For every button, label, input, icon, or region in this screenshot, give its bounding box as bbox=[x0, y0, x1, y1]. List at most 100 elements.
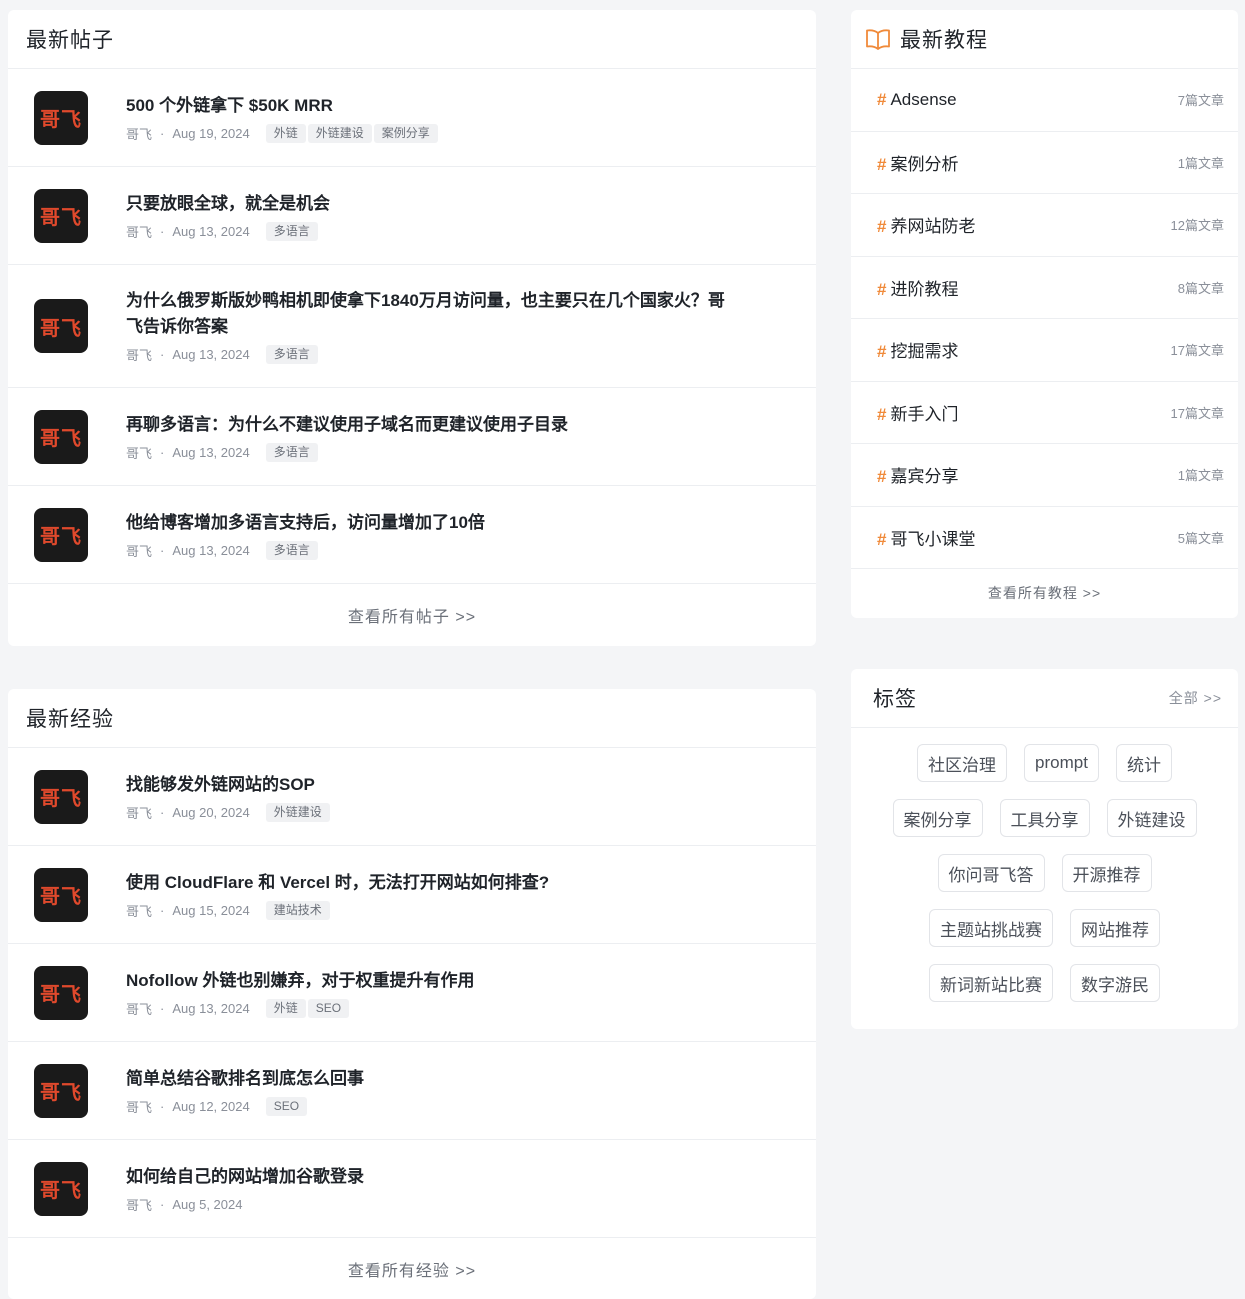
tag-pill[interactable]: 你问哥飞答 bbox=[937, 854, 1045, 892]
post-tag[interactable]: 多语言 bbox=[265, 345, 318, 364]
tag-pill[interactable]: 主题站挑战赛 bbox=[929, 909, 1053, 947]
post-author[interactable]: 哥飞 bbox=[126, 345, 152, 364]
post-row[interactable]: 哥飞 他给博客增加多语言支持后，访问量增加了10倍 哥飞 · Aug 13, 2024 多… bbox=[8, 486, 816, 584]
post-tag[interactable]: SEO bbox=[265, 1096, 308, 1116]
post-row[interactable]: 哥飞 只要放眼全球，就全是机会 哥飞 · Aug 13, 2024 多语言 bbox=[8, 167, 816, 265]
author-avatar[interactable]: 哥飞 bbox=[34, 299, 88, 353]
author-avatar[interactable]: 哥飞 bbox=[34, 1063, 88, 1118]
post-tag[interactable]: 外链 bbox=[265, 998, 306, 1018]
post-row[interactable]: 哥飞 使用 CloudFlare 和 Vercel 时，无法打开网站如何排查? 哥飞… bbox=[8, 846, 816, 944]
tutorial-name[interactable]: # Adsense bbox=[877, 90, 957, 110]
post-title-link[interactable]: 再聊多语言：为什么不建议使用子域名而更建议使用子目录 bbox=[126, 412, 726, 438]
tutorial-name[interactable]: # 养网站防老 bbox=[877, 212, 975, 237]
post-row[interactable]: 哥飞 简单总结谷歌排名到底怎么回事 哥飞 · Aug 12, 2024 SEO bbox=[8, 1042, 816, 1140]
see-all-posts-link[interactable]: 查看所有帖子 >> bbox=[8, 584, 816, 646]
latest-posts-title: 最新帖子 bbox=[8, 10, 816, 69]
author-avatar[interactable]: 哥飞 bbox=[34, 188, 88, 243]
tag-pill[interactable]: 外链建设 bbox=[1106, 799, 1197, 837]
post-title-link[interactable]: 只要放眼全球，就全是机会 bbox=[126, 191, 726, 217]
tutorial-name[interactable]: # 进阶教程 bbox=[877, 275, 958, 300]
post-row[interactable]: 哥飞 找能够发外链网站的SOP 哥飞 · Aug 20, 2024 外链建设 bbox=[8, 748, 816, 846]
post-tags: 外链建设 bbox=[265, 802, 330, 822]
post-row[interactable]: 哥飞 如何给自己的网站增加谷歌登录哥飞 · Aug 5, 2024 bbox=[8, 1140, 816, 1238]
post-author[interactable]: 哥飞 bbox=[126, 901, 152, 920]
author-avatar[interactable]: 哥飞 bbox=[34, 409, 88, 464]
tag-pill[interactable]: 案例分享 bbox=[892, 799, 983, 837]
author-avatar[interactable]: 哥飞 bbox=[34, 965, 88, 1020]
tag-pill[interactable]: 新词新站比赛 bbox=[929, 964, 1053, 1002]
post-tag[interactable]: 案例分享 bbox=[373, 123, 438, 143]
tutorial-item[interactable]: # 挖掘需求 17篇文章 bbox=[851, 319, 1238, 382]
post-author[interactable]: 哥飞 bbox=[126, 541, 152, 560]
post-author[interactable]: 哥飞 bbox=[126, 1195, 152, 1214]
post-tag[interactable]: 多语言 bbox=[265, 442, 318, 462]
post-author[interactable]: 哥飞 bbox=[126, 124, 152, 143]
tutorial-label: 挖掘需求 bbox=[890, 342, 959, 362]
post-row[interactable]: 哥飞 再聊多语言：为什么不建议使用子域名而更建议使用子目录 哥飞 · Aug 13, 2… bbox=[8, 388, 816, 486]
post-title-link[interactable]: 简单总结谷歌排名到底怎么回事 bbox=[126, 1066, 726, 1092]
post-title-link[interactable]: Nofollow 外链也别嫌弃，对于权重提升有作用 bbox=[126, 968, 726, 994]
post-tag[interactable]: 外链建设 bbox=[265, 802, 330, 822]
tutorial-item[interactable]: # Adsense 7篇文章 bbox=[851, 69, 1238, 132]
post-title-link[interactable]: 找能够发外链网站的SOP bbox=[126, 772, 726, 798]
tag-pill[interactable]: 统计 bbox=[1115, 744, 1172, 782]
post-tags: SEO bbox=[265, 1096, 308, 1116]
tutorial-name[interactable]: # 新手入门 bbox=[877, 400, 958, 425]
meta-separator: · bbox=[160, 347, 165, 362]
tag-pill[interactable]: 开源推荐 bbox=[1061, 854, 1152, 892]
post-row[interactable]: 哥飞 500 个外链拿下 $50K MRR 哥飞 · Aug 19, 2024 外链 外链建… bbox=[8, 69, 816, 167]
author-avatar[interactable]: 哥飞 bbox=[34, 1161, 88, 1216]
post-meta: 哥飞 · Aug 5, 2024 bbox=[126, 1195, 726, 1214]
tutorial-item[interactable]: # 哥飞小课堂 5篇文章 bbox=[851, 507, 1238, 569]
post-author[interactable]: 哥飞 bbox=[126, 999, 152, 1018]
meta-separator: · bbox=[160, 542, 165, 558]
post-author[interactable]: 哥飞 bbox=[126, 803, 152, 822]
post-author[interactable]: 哥飞 bbox=[126, 443, 152, 462]
post-title-link[interactable]: 使用 CloudFlare 和 Vercel 时，无法打开网站如何排查? bbox=[126, 870, 726, 896]
latest-experience-title: 最新经验 bbox=[8, 689, 816, 748]
post-tag[interactable]: 外链 bbox=[265, 123, 306, 143]
post-body: 简单总结谷歌排名到底怎么回事 哥飞 · Aug 12, 2024 SEO bbox=[126, 1066, 726, 1116]
all-tags-link[interactable]: 全部 >> bbox=[1169, 688, 1222, 708]
post-title-link[interactable]: 为什么俄罗斯版妙鸭相机即使拿下1840万月访问量，也主要只在几个国家火？哥飞告诉… bbox=[126, 288, 726, 340]
post-meta: 哥飞 · Aug 15, 2024 建站技术 bbox=[126, 900, 726, 920]
tag-pill[interactable]: 网站推荐 bbox=[1070, 909, 1160, 947]
post-row[interactable]: 哥飞 为什么俄罗斯版妙鸭相机即使拿下1840万月访问量，也主要只在几个国家火？哥飞… bbox=[8, 265, 816, 388]
tutorial-item[interactable]: # 新手入门 17篇文章 bbox=[851, 382, 1238, 444]
post-tag[interactable]: 建站技术 bbox=[265, 900, 330, 920]
author-avatar[interactable]: 哥飞 bbox=[34, 769, 88, 824]
author-avatar[interactable]: 哥飞 bbox=[34, 867, 88, 922]
tag-row: 社区治理 prompt 统计 bbox=[871, 744, 1218, 782]
author-avatar[interactable]: 哥飞 bbox=[34, 90, 88, 145]
tag-pill[interactable]: prompt bbox=[1024, 744, 1099, 782]
post-tag[interactable]: 外链建设 bbox=[307, 123, 372, 143]
post-tag[interactable]: SEO bbox=[307, 998, 350, 1018]
tutorial-name[interactable]: # 嘉宾分享 bbox=[877, 462, 958, 487]
tag-pill[interactable]: 数字游民 bbox=[1070, 964, 1160, 1002]
tutorial-item[interactable]: # 养网站防老 12篇文章 bbox=[851, 194, 1238, 257]
tutorial-item[interactable]: # 进阶教程 8篇文章 bbox=[851, 257, 1238, 319]
see-all-tutorials-link[interactable]: 查看所有教程 >> bbox=[851, 569, 1238, 617]
post-row[interactable]: 哥飞 Nofollow 外链也别嫌弃，对于权重提升有作用哥飞 · Aug 13, 20… bbox=[8, 944, 816, 1042]
post-tag[interactable]: 多语言 bbox=[265, 540, 318, 560]
post-tags: 多语言 bbox=[265, 442, 318, 462]
see-all-experience-link[interactable]: 查看所有经验 >> bbox=[8, 1238, 816, 1299]
tag-pill[interactable]: 工具分享 bbox=[999, 799, 1090, 837]
post-title-link[interactable]: 500 个外链拿下 $50K MRR bbox=[126, 93, 726, 119]
post-author[interactable]: 哥飞 bbox=[126, 1097, 152, 1116]
hash-icon: # bbox=[877, 342, 887, 362]
tutorial-name[interactable]: # 哥飞小课堂 bbox=[877, 525, 975, 550]
post-meta: 哥飞 · Aug 13, 2024 外链 SEO bbox=[126, 998, 726, 1018]
author-avatar[interactable]: 哥飞 bbox=[34, 507, 88, 562]
tutorial-item[interactable]: # 嘉宾分享 1篇文章 bbox=[851, 444, 1238, 507]
post-author[interactable]: 哥飞 bbox=[126, 222, 152, 241]
post-title-link[interactable]: 他给博客增加多语言支持后，访问量增加了10倍 bbox=[126, 510, 726, 536]
tag-pill[interactable]: 社区治理 bbox=[917, 744, 1008, 782]
tag-cloud: 社区治理 prompt 统计案例分享 工具分享 外链建设你问哥飞答 开源推荐 主题站挑战赛网… bbox=[851, 728, 1238, 1002]
meta-separator: · bbox=[160, 902, 165, 918]
post-tag[interactable]: 多语言 bbox=[265, 221, 318, 241]
tutorial-name[interactable]: # 案例分析 bbox=[877, 150, 958, 175]
tutorial-item[interactable]: # 案例分析 1篇文章 bbox=[851, 132, 1238, 194]
post-title-link[interactable]: 如何给自己的网站增加谷歌登录 bbox=[126, 1164, 726, 1190]
tutorial-name[interactable]: # 挖掘需求 bbox=[877, 337, 958, 362]
